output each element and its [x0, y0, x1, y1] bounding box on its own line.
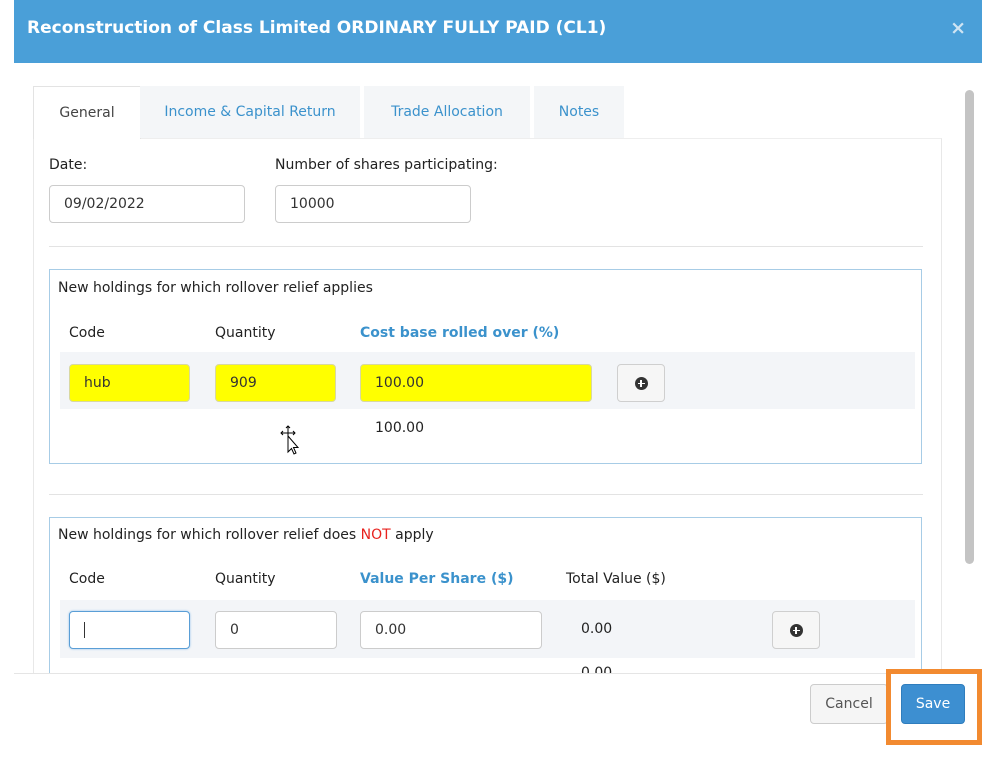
- tab-income-capital-return[interactable]: Income & Capital Return: [140, 86, 360, 138]
- col-code: Code: [69, 325, 105, 341]
- plus-circle-icon: [634, 376, 648, 390]
- shares-participating-label: Number of shares participating:: [275, 157, 498, 173]
- col-quantity: Quantity: [215, 571, 276, 587]
- shares-participating-value: 10000: [290, 196, 335, 212]
- quantity-input-value: 909: [230, 375, 257, 391]
- quantity-input[interactable]: 0: [215, 611, 337, 649]
- add-row-button[interactable]: [617, 364, 665, 402]
- value-per-share-input[interactable]: 0.00: [360, 611, 542, 649]
- tab-general[interactable]: General: [33, 86, 141, 139]
- text-caret: [84, 622, 85, 638]
- dialog-header: Reconstruction of Class Limited ORDINARY…: [14, 0, 982, 63]
- date-input-value: 09/02/2022: [64, 196, 145, 212]
- plus-circle-icon: [789, 623, 803, 637]
- tab-notes[interactable]: Notes: [534, 86, 624, 138]
- date-label: Date:: [49, 157, 88, 173]
- mouse-cursor-icon: [280, 425, 300, 455]
- code-input[interactable]: hub: [69, 364, 190, 402]
- code-input[interactable]: [69, 611, 190, 649]
- cancel-button[interactable]: Cancel: [810, 684, 888, 724]
- cost-base-input-value: 100.00: [375, 375, 424, 391]
- col-quantity: Quantity: [215, 325, 276, 341]
- heading-not-emphasis: NOT: [360, 527, 391, 543]
- col-cost-base-rolled-over[interactable]: Cost base rolled over (%): [360, 325, 559, 341]
- date-input[interactable]: 09/02/2022: [49, 185, 245, 223]
- col-value-per-share[interactable]: Value Per Share ($): [360, 571, 514, 587]
- annotation-highlight-box: [886, 669, 982, 745]
- close-icon[interactable]: ×: [950, 17, 966, 39]
- cost-base-input[interactable]: 100.00: [360, 364, 592, 402]
- code-input-value: hub: [84, 375, 111, 391]
- divider: [49, 246, 923, 247]
- heading-text-after: apply: [390, 527, 434, 543]
- quantity-input[interactable]: 909: [215, 364, 336, 402]
- scrollbar[interactable]: [962, 86, 976, 674]
- add-row-button[interactable]: [772, 611, 820, 649]
- rollover-applies-heading: New holdings for which rollover relief a…: [58, 280, 373, 296]
- col-code: Code: [69, 571, 105, 587]
- cost-base-total: 100.00: [375, 420, 424, 436]
- total-value-cell: 0.00: [581, 621, 613, 637]
- rollover-not-applies-heading: New holdings for which rollover relief d…: [58, 527, 434, 543]
- tab-trade-allocation[interactable]: Trade Allocation: [364, 86, 530, 138]
- shares-participating-input[interactable]: 10000: [275, 185, 471, 223]
- value-per-share-input-value: 0.00: [375, 622, 407, 638]
- scrollbar-thumb[interactable]: [965, 90, 974, 564]
- divider: [49, 494, 923, 495]
- col-total-value: Total Value ($): [566, 571, 666, 587]
- heading-text-before: New holdings for which rollover relief d…: [58, 527, 361, 543]
- quantity-input-value: 0: [230, 622, 239, 638]
- dialog-title: Reconstruction of Class Limited ORDINARY…: [27, 18, 607, 38]
